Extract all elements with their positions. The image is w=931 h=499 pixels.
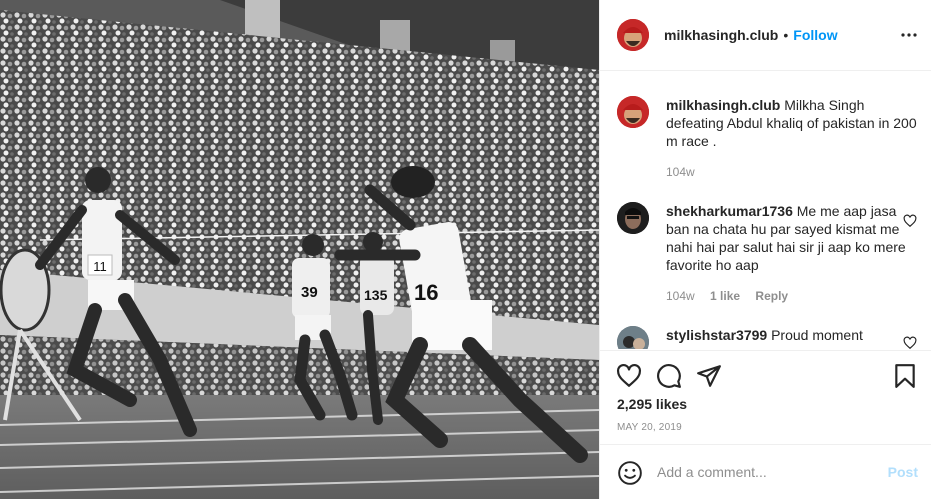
race-photo: 11 39 135 16 bbox=[0, 0, 599, 499]
caption: milkhasingh.club Milkha Singh defeating … bbox=[617, 96, 917, 186]
smile-icon[interactable] bbox=[617, 460, 643, 486]
separator-dot: • bbox=[783, 27, 789, 43]
avatar[interactable] bbox=[617, 19, 649, 51]
list-item: stylishstar3799 Proud moment bbox=[617, 326, 917, 349]
caption-meta: 104w bbox=[666, 165, 707, 179]
caption-text-block: milkhasingh.club Milkha Singh defeating … bbox=[666, 96, 917, 150]
comment-likes[interactable]: 1 like bbox=[710, 289, 740, 303]
bib-16: 16 bbox=[414, 280, 438, 305]
comment-icon[interactable] bbox=[656, 363, 682, 389]
post-button[interactable]: Post bbox=[888, 464, 918, 480]
comment-text-block: shekharkumar1736 Me me aap jasa ban na c… bbox=[666, 202, 917, 274]
post-photo[interactable]: 11 39 135 16 bbox=[0, 0, 599, 499]
comment-username[interactable]: stylishstar3799 bbox=[666, 327, 767, 343]
follow-button[interactable]: Follow bbox=[793, 27, 837, 43]
bookmark-icon[interactable] bbox=[892, 363, 918, 389]
header-username[interactable]: milkhasingh.club bbox=[664, 27, 778, 43]
comments-list[interactable]: milkhasingh.club Milkha Singh defeating … bbox=[600, 72, 931, 349]
reply-button[interactable]: Reply bbox=[755, 289, 788, 303]
comment-text: Proud moment bbox=[771, 327, 863, 343]
comment-age[interactable]: 104w bbox=[666, 289, 695, 303]
comment-avatar[interactable] bbox=[617, 326, 649, 349]
post-header: milkhasingh.club • Follow bbox=[600, 0, 931, 71]
list-item: shekharkumar1736 Me me aap jasa ban na c… bbox=[617, 202, 917, 312]
post-actions: 2,295 likes MAY 20, 2019 bbox=[600, 350, 931, 444]
comment-text-block: stylishstar3799 Proud moment bbox=[666, 326, 917, 344]
share-icon[interactable] bbox=[696, 363, 722, 389]
heart-icon[interactable] bbox=[903, 336, 917, 349]
bib-39: 39 bbox=[301, 284, 318, 301]
comment-meta: 104w 1 like Reply bbox=[666, 289, 800, 303]
post-sidebar: milkhasingh.club • Follow milkhasingh.cl… bbox=[599, 0, 931, 499]
comment-avatar[interactable] bbox=[617, 202, 649, 234]
bib-11: 11 bbox=[93, 259, 107, 274]
more-icon[interactable] bbox=[900, 26, 918, 44]
comment-input[interactable]: Add a comment... bbox=[657, 464, 767, 480]
caption-avatar[interactable] bbox=[617, 96, 649, 128]
heart-icon[interactable] bbox=[903, 214, 917, 228]
bib-135: 135 bbox=[364, 287, 388, 303]
comment-username[interactable]: shekharkumar1736 bbox=[666, 203, 793, 219]
likes-count[interactable]: 2,295 likes bbox=[617, 396, 687, 412]
post-date[interactable]: MAY 20, 2019 bbox=[617, 422, 682, 433]
heart-icon[interactable] bbox=[616, 363, 642, 389]
caption-age[interactable]: 104w bbox=[666, 165, 695, 179]
caption-username[interactable]: milkhasingh.club bbox=[666, 97, 780, 113]
add-comment-bar: Add a comment... Post bbox=[600, 444, 931, 499]
